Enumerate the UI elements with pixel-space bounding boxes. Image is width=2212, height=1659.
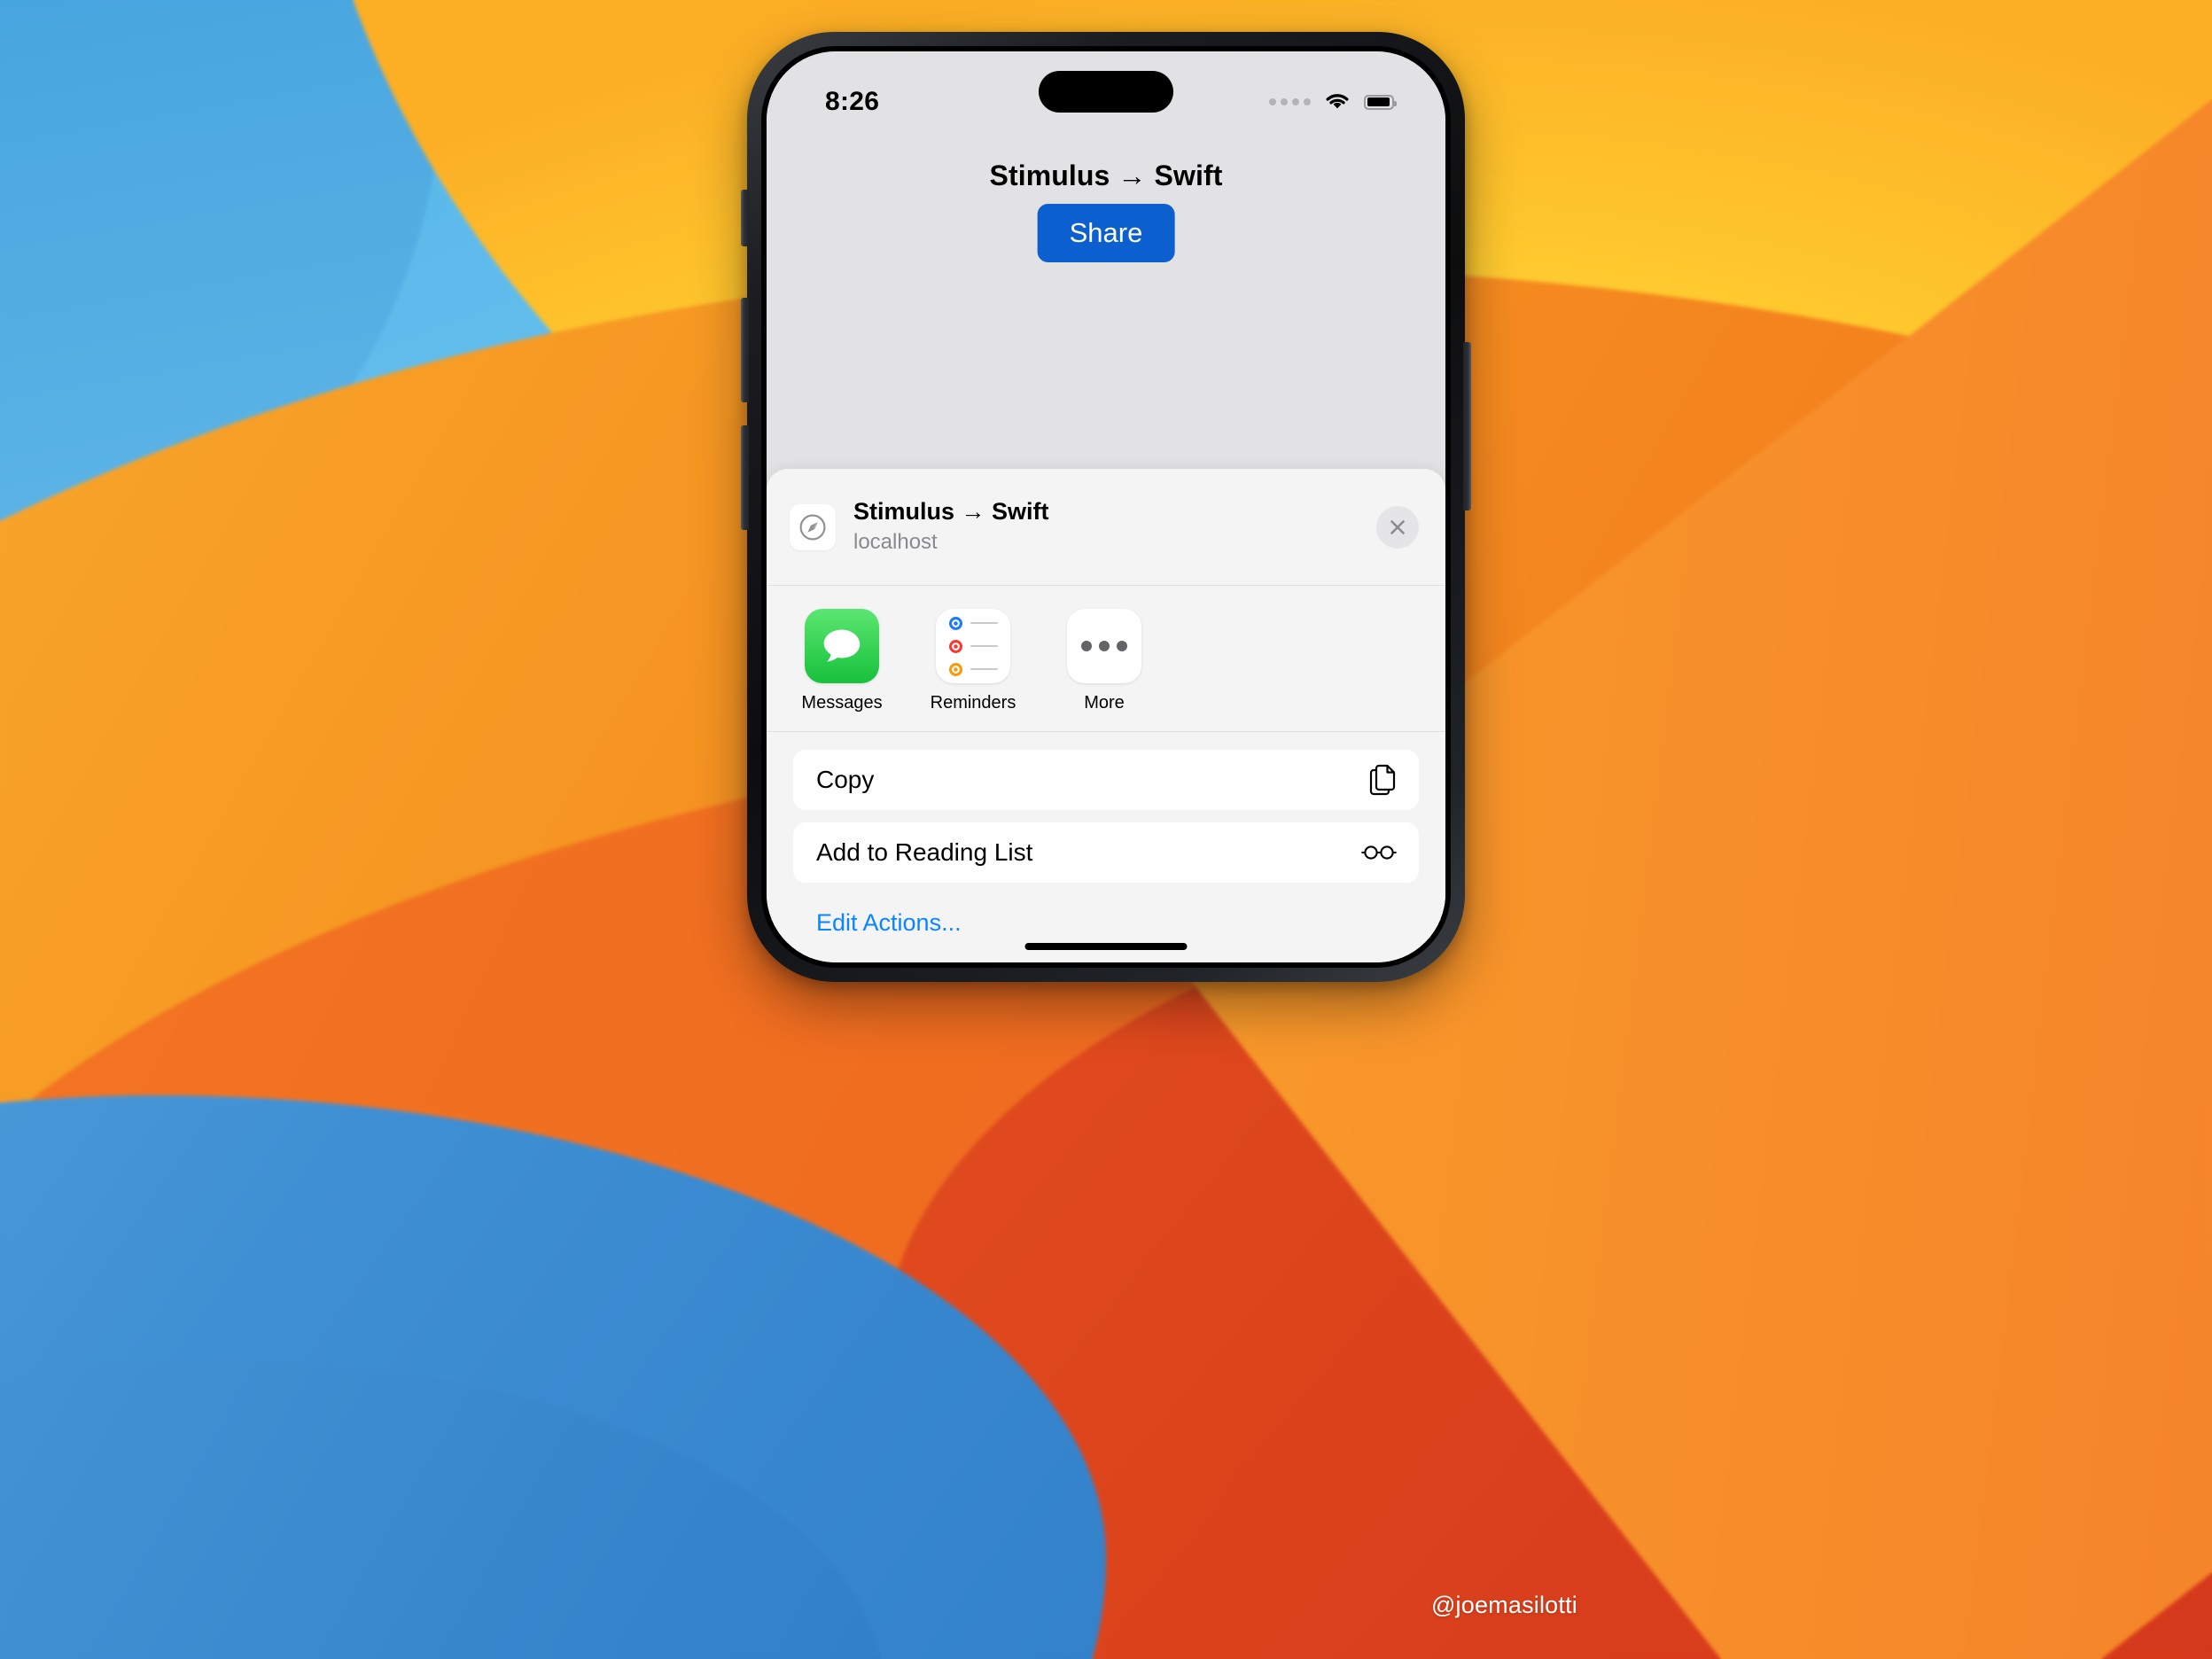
close-button[interactable]	[1376, 505, 1419, 549]
phone-bezel: 8:26 Stimulus → Swift Share Stimulus → S…	[761, 46, 1451, 968]
eyeglasses-icon	[1361, 845, 1397, 860]
share-sheet-app-row: Messages Reminders More	[767, 586, 1445, 732]
status-bar: 8:26	[767, 51, 1445, 147]
share-target-label: Reminders	[930, 693, 1016, 713]
share-sheet: Stimulus → Swift localhost Messages Remi…	[767, 469, 1445, 962]
action-copy[interactable]: Copy	[793, 750, 1419, 810]
more-icon	[1067, 609, 1141, 683]
status-bar-time: 8:26	[825, 87, 880, 116]
share-target-reminders[interactable]: Reminders	[924, 609, 1022, 713]
share-button[interactable]: Share	[1037, 204, 1175, 262]
action-label: Copy	[816, 766, 875, 793]
silent-switch[interactable]	[741, 190, 749, 246]
cellular-signal-dots-icon	[1269, 98, 1311, 105]
share-sheet-header: Stimulus → Swift localhost	[767, 469, 1445, 586]
home-indicator[interactable]	[1024, 943, 1188, 950]
messages-icon	[805, 609, 879, 683]
share-sheet-item-info: Stimulus → Swift localhost	[853, 497, 1359, 556]
volume-down-button[interactable]	[741, 425, 749, 530]
share-sheet-actions: Copy Add to Reading List Edit Actions...	[767, 732, 1445, 937]
close-icon	[1390, 519, 1405, 534]
battery-icon	[1364, 94, 1397, 110]
action-label: Add to Reading List	[816, 838, 1033, 866]
edit-actions-button[interactable]: Edit Actions...	[793, 895, 965, 937]
dynamic-island	[1039, 71, 1173, 113]
iphone-device-frame: 8:26 Stimulus → Swift Share Stimulus → S…	[741, 32, 1471, 982]
doc-on-doc-icon	[1369, 764, 1396, 796]
reminders-icon	[936, 609, 1010, 683]
share-target-more[interactable]: More	[1055, 609, 1153, 713]
power-button[interactable]	[1463, 342, 1471, 510]
page-title: Stimulus → Swift	[989, 160, 1223, 191]
action-add-to-reading-list[interactable]: Add to Reading List	[793, 822, 1419, 883]
status-bar-indicators	[1269, 91, 1399, 113]
share-target-messages[interactable]: Messages	[793, 609, 891, 713]
share-target-label: More	[1084, 693, 1125, 713]
share-sheet-title: Stimulus → Swift	[853, 498, 1049, 526]
phone-screen: 8:26 Stimulus → Swift Share Stimulus → S…	[767, 51, 1445, 962]
share-target-label: Messages	[801, 693, 883, 713]
watermark: @joemasilotti	[1430, 1592, 1577, 1618]
share-sheet-subtitle: localhost	[853, 530, 938, 555]
wifi-icon	[1326, 94, 1349, 109]
volume-up-button[interactable]	[741, 298, 749, 402]
safari-compass-icon	[790, 503, 836, 550]
